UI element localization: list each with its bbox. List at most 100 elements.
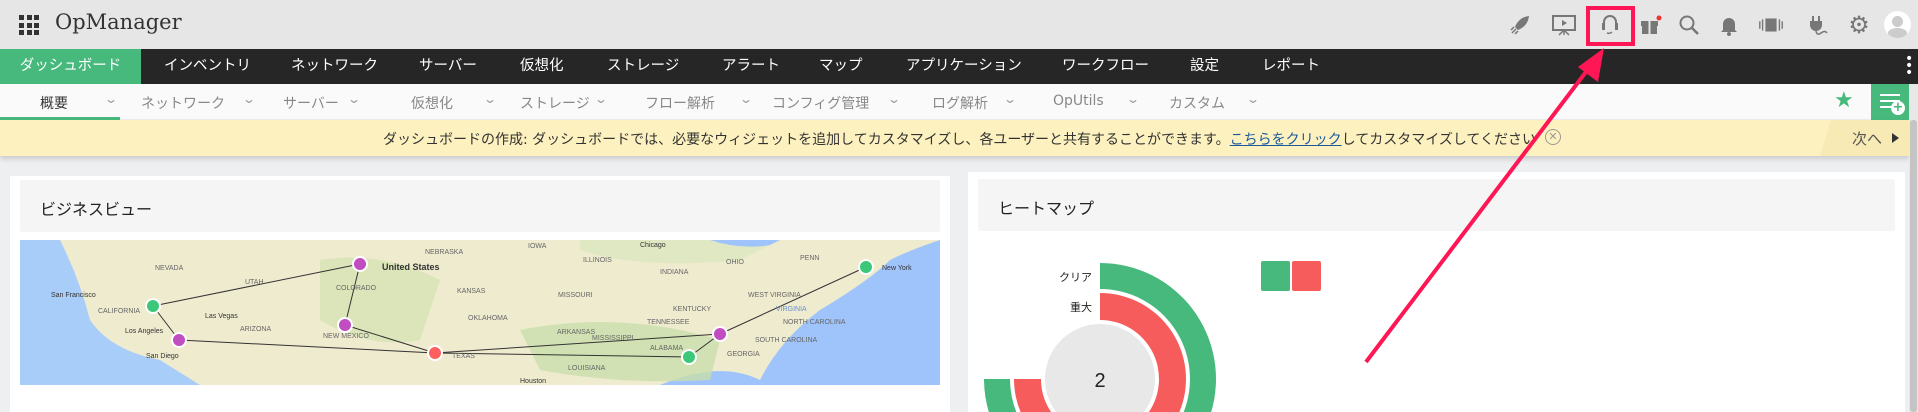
bell-icon[interactable] [1715,11,1743,39]
favorite-star-icon[interactable]: ★ [1834,88,1854,114]
next-arrow-icon[interactable] [1892,133,1899,143]
subnav-flow-analysis[interactable]: フロー解析 [645,93,715,113]
map-label: NEVADA [155,265,184,272]
chevron-down-icon[interactable]: ⌄ [887,92,901,106]
map-label: ALABAMA [650,345,683,352]
subnav-custom[interactable]: カスタム [1169,93,1225,113]
heatmap-ring-clear-left [984,379,1017,412]
map-label: New York [882,265,912,272]
map-label: ARKANSAS [557,329,595,336]
nav-settings[interactable]: 設定 [1190,49,1219,84]
chevron-down-icon[interactable]: ⌄ [104,92,118,106]
map-label: GEORGIA [727,351,760,358]
map-label: PENN [800,255,819,262]
scrollbar-thumb[interactable] [1910,120,1917,412]
widget-title: ビジネスビュー [40,200,153,219]
map-label: CALIFORNIA [98,308,140,315]
nav-servers[interactable]: サーバー [419,49,477,84]
business-view-map[interactable]: United States NEVADA UTAH COLORADO NEBRA… [20,240,940,385]
subnav-storage[interactable]: ストレージ [520,93,590,113]
vibrate-icon[interactable] [1757,11,1785,39]
nav-dashboard[interactable]: ダッシュボード [0,49,141,84]
banner-message: ダッシュボードの作成: ダッシュボードでは、必要なウィジェットを追加してカスタマ… [383,132,1230,148]
chevron-down-icon[interactable]: ⌄ [739,92,753,106]
chevron-down-icon[interactable]: ⌄ [242,92,256,106]
subnav-virtualization[interactable]: 仮想化 [411,93,453,113]
map-node [712,326,728,342]
map-node [171,332,187,348]
banner-message-suffix: してカスタマイズしてください [1341,132,1536,148]
nav-maps[interactable]: マップ [819,49,863,84]
chevron-down-icon[interactable]: ⌄ [347,92,361,106]
map-label: ILLINOIS [583,257,612,264]
nav-storage[interactable]: ストレージ [607,49,679,84]
widget-header: ビジネスビュー [20,180,940,232]
heatmap-center [1045,324,1155,412]
map-label: VIRGINIA [776,306,807,313]
subnav-log-analysis[interactable]: ログ解析 [932,93,988,113]
heatmap-center-value: 2 [1094,370,1105,392]
map-label: MISSISSIPPI [592,335,634,342]
more-menu-icon[interactable]: • • • [1905,52,1913,80]
map-label: San Diego [146,353,179,360]
map-label: SOUTH CAROLINA [755,337,818,344]
chevron-down-icon[interactable]: ⌄ [483,92,497,106]
map-label: KENTUCKY [673,306,711,313]
map-node [337,317,353,333]
map-label: TEXAS [452,353,475,360]
close-banner-icon[interactable]: ✕ [1545,129,1561,145]
next-button[interactable]: 次へ [1852,128,1882,149]
map-label: MISSOURI [558,292,593,299]
nav-reports[interactable]: レポート [1262,49,1320,84]
chevron-down-icon[interactable]: ⌄ [1246,92,1260,106]
gear-icon[interactable]: ⚙ [1845,11,1873,39]
map-label: Chicago [640,242,666,249]
map-label: NEBRASKA [425,249,463,256]
subnav-servers[interactable]: サーバー [283,93,339,113]
chevron-down-icon[interactable]: ⌄ [1126,92,1140,106]
map-label: OHIO [726,259,744,266]
nav-virtualization[interactable]: 仮想化 [520,49,564,84]
map-label: KANSAS [457,288,486,295]
app-grid-icon[interactable] [19,15,39,35]
highlight-box [1586,6,1635,46]
rocket-icon[interactable] [1506,11,1534,39]
nav-inventory[interactable]: インベントリ [164,49,251,84]
map-label: San Francisco [51,292,96,299]
add-widget-button[interactable]: + [1871,84,1909,120]
map-node [858,259,874,275]
map-label: NORTH CAROLINA [783,319,846,326]
map-node [427,345,443,361]
map-label: Houston [520,378,546,385]
presentation-icon[interactable] [1550,11,1578,39]
nav-alarms[interactable]: アラート [722,49,780,84]
heatmap-chart[interactable]: 2 クリア 重大 [968,172,1905,412]
nav-applications[interactable]: アプリケーション [906,49,1022,84]
subnav-overview[interactable]: 概要 [40,93,68,113]
avatar[interactable] [1884,11,1911,38]
map-label: UTAH [245,279,264,286]
banner-link[interactable]: こちらをクリック [1230,132,1342,148]
search-icon[interactable] [1675,11,1703,39]
legend-clear [1261,261,1290,291]
gift-icon[interactable] [1636,11,1664,39]
subnav-oputils[interactable]: OpUtils [1053,93,1104,109]
subnav-config-management[interactable]: コンフィグ管理 [772,93,869,113]
business-view-widget: ビジネスビュー United States NEVADA UTAH COLORA… [10,176,950,412]
nav-network[interactable]: ネットワーク [291,49,378,84]
heatmap-widget: ヒートマップ 2 クリア 重大 [968,172,1905,412]
chevron-down-icon[interactable]: ⌄ [594,92,608,106]
chevron-down-icon[interactable]: ⌄ [1003,92,1017,106]
map-node [145,298,161,314]
subnav-network[interactable]: ネットワーク [141,93,225,113]
map-label: INDIANA [660,269,689,276]
heatmap-label-clear: クリア [1059,271,1092,284]
nav-workflow[interactable]: ワークフロー [1062,49,1149,84]
map-label: COLORADO [336,285,377,292]
map-label: IOWA [528,243,547,250]
plug-icon[interactable] [1803,11,1831,39]
map-label: NEW MEXICO [323,333,369,340]
info-banner: ダッシュボードの作成: ダッシュボードでは、必要なウィジェットを追加してカスタマ… [0,120,1910,156]
map-label: Los Angeles [125,328,164,335]
app-title: OpManager [55,10,182,34]
